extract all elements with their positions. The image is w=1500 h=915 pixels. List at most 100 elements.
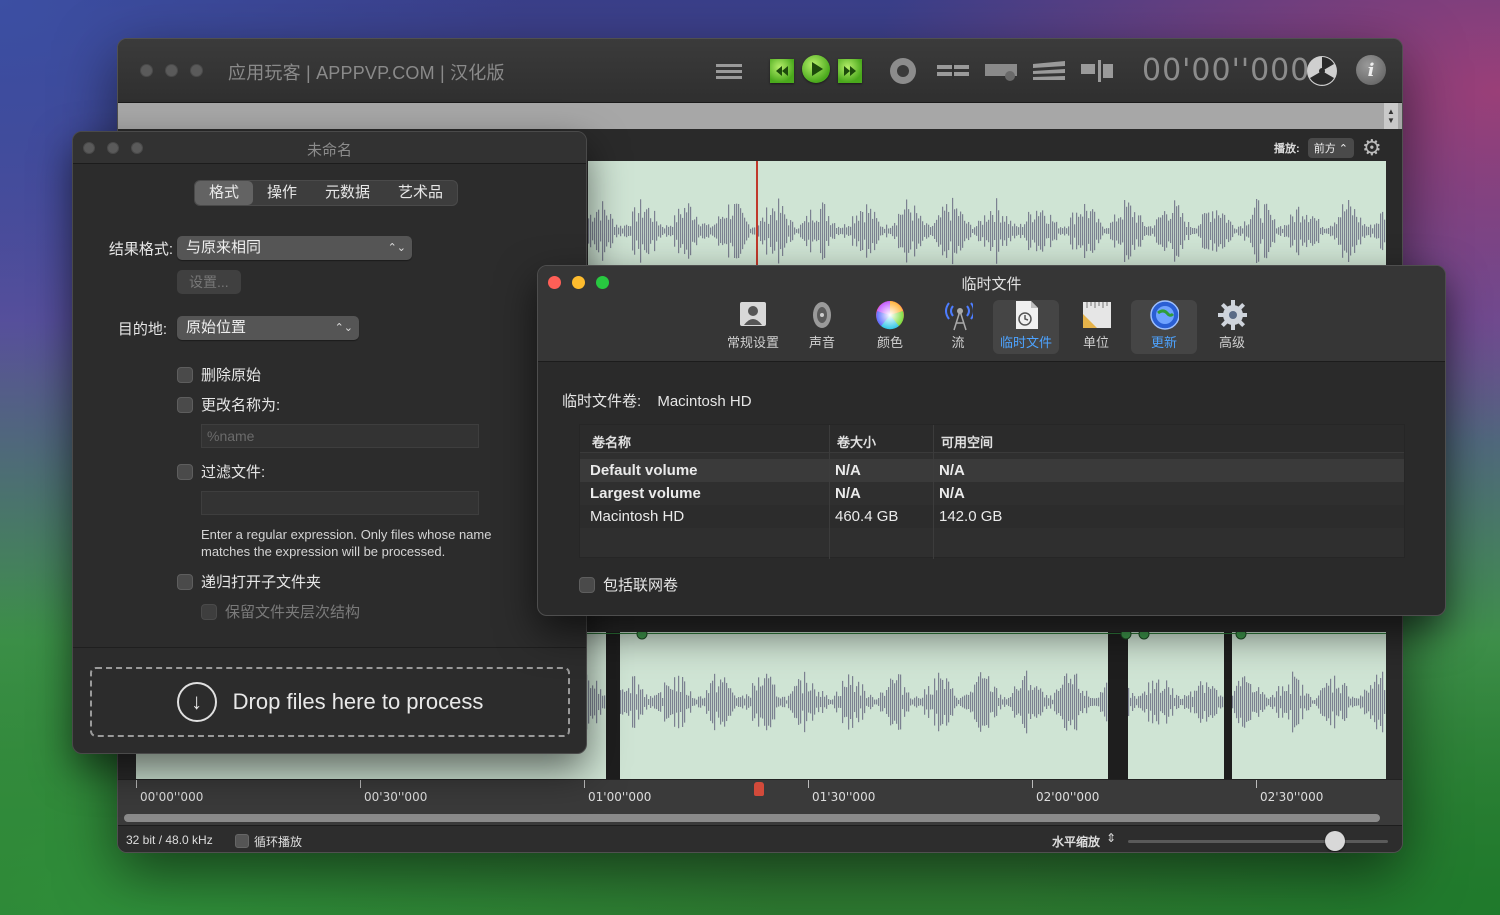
waveform-upper[interactable]: [588, 161, 1386, 265]
marker-icon[interactable]: [1080, 57, 1114, 85]
zoom-button[interactable]: [190, 64, 203, 77]
rename-option[interactable]: 更改名称为:: [177, 394, 280, 415]
envelope-point[interactable]: [1138, 632, 1150, 640]
envelope-point[interactable]: [1120, 632, 1132, 640]
column-header[interactable]: 卷大小: [837, 432, 876, 451]
filter-field[interactable]: [201, 491, 479, 515]
waveform-sample: [798, 679, 800, 725]
time-ruler[interactable]: 00'00''000 00'30''000 01'00''000 01'30''…: [118, 779, 1402, 811]
close-button[interactable]: [140, 64, 153, 77]
fast-forward-button[interactable]: [838, 59, 862, 83]
destination-select[interactable]: 原始位置 ⌃⌄: [177, 316, 359, 340]
tab-operations[interactable]: 操作: [253, 181, 311, 205]
waveform-sample: [1314, 218, 1316, 244]
waveform-sample: [1092, 698, 1094, 706]
waveform-sample: [1324, 228, 1326, 234]
zoom-stepper-icon[interactable]: ⇕: [1106, 831, 1116, 845]
table-row[interactable]: Largest volume N/A N/A: [580, 482, 1404, 505]
playhead-marker-icon[interactable]: [754, 782, 764, 796]
tool-units[interactable]: 单位: [1063, 300, 1129, 354]
record-icon[interactable]: [888, 57, 918, 85]
zoom-slider[interactable]: [1128, 840, 1388, 843]
envelope-point[interactable]: [1235, 632, 1247, 640]
keep-hierarchy-option[interactable]: 保留文件夹层次结构: [201, 601, 360, 622]
waveform-sample: [1102, 692, 1104, 712]
fade-icon[interactable]: [1032, 57, 1066, 85]
zoom-slider-knob[interactable]: [1324, 831, 1345, 851]
scroll-thumb[interactable]: [124, 814, 1380, 822]
waveform-sample: [734, 695, 736, 709]
horizontal-scrollbar[interactable]: [118, 811, 1402, 825]
strip-stepper-icon[interactable]: ▲ ▼: [1384, 103, 1398, 129]
tab-artwork[interactable]: 艺术品: [384, 181, 457, 205]
checkbox[interactable]: [201, 603, 217, 620]
envelope-point[interactable]: [636, 632, 648, 640]
waveform-sample: [984, 678, 986, 726]
gear-icon[interactable]: ⚙: [1362, 137, 1384, 159]
tool-advanced[interactable]: 高级: [1199, 300, 1265, 354]
waveform-sample: [1080, 214, 1082, 248]
split-icon[interactable]: [936, 57, 970, 85]
tool-sound[interactable]: 声音: [789, 300, 855, 354]
column-divider[interactable]: [829, 425, 830, 559]
tool-color[interactable]: 颜色: [857, 300, 923, 354]
waveform-sample: [588, 680, 590, 724]
column-divider[interactable]: [933, 425, 934, 559]
waveform-sample: [1058, 690, 1060, 714]
tab-metadata[interactable]: 元数据: [311, 181, 384, 205]
recursive-option[interactable]: 递归打开子文件夹: [177, 571, 321, 592]
checkbox[interactable]: [579, 576, 595, 593]
waveform-sample: [946, 678, 948, 726]
minimize-button[interactable]: [165, 64, 178, 77]
tab-format[interactable]: 格式: [195, 181, 254, 205]
play-button[interactable]: [802, 55, 830, 83]
rename-field[interactable]: %name: [201, 424, 479, 448]
table-row[interactable]: Macintosh HD 460.4 GB 142.0 GB: [580, 505, 1404, 528]
waveform-sample: [1028, 211, 1030, 251]
waveform-sample: [762, 685, 764, 719]
waveform-sample: [1330, 678, 1332, 726]
rewind-button[interactable]: [770, 59, 794, 83]
result-format-select[interactable]: 与原来相同 ⌃⌄: [177, 236, 412, 260]
waveform-sample: [622, 228, 624, 234]
tool-update[interactable]: 更新: [1131, 300, 1197, 354]
tool-stream[interactable]: 流: [925, 300, 991, 354]
waveform-sample: [1038, 216, 1040, 246]
column-header[interactable]: 可用空间: [941, 432, 993, 451]
waveform-sample: [974, 227, 976, 235]
info-icon[interactable]: i: [1356, 55, 1386, 85]
drop-zone[interactable]: ↓ Drop files here to process: [90, 667, 570, 737]
checkbox[interactable]: [177, 396, 193, 413]
column-header[interactable]: 卷名称: [592, 432, 631, 451]
tool-general[interactable]: 常规设置: [720, 300, 786, 354]
checkbox[interactable]: [177, 573, 193, 590]
waveform-sample: [830, 225, 832, 237]
waveform-sample: [900, 214, 902, 248]
checkbox[interactable]: [177, 366, 193, 383]
playhead-line[interactable]: [756, 161, 758, 265]
waveform-sample: [1144, 691, 1146, 713]
waveform-sample: [858, 220, 860, 242]
loop-checkbox[interactable]: [235, 834, 249, 848]
waveform-sample: [818, 221, 820, 241]
settings-button[interactable]: 设置...: [177, 270, 241, 294]
waveform-sample: [724, 677, 726, 727]
filter-files-option[interactable]: 过滤文件:: [177, 461, 265, 482]
waveform-sample: [854, 223, 856, 239]
play-direction-select[interactable]: 前方 ⌃: [1307, 138, 1354, 158]
overview-strip[interactable]: ▲ ▼: [118, 103, 1402, 129]
tool-temp-files[interactable]: 临时文件: [993, 300, 1059, 354]
waveform-sample: [702, 223, 704, 239]
waveform-sample: [772, 684, 774, 720]
table-row[interactable]: Default volume N/A N/A: [580, 459, 1404, 482]
waveform-sample: [1122, 219, 1124, 243]
include-network-option[interactable]: 包括联网卷: [579, 574, 678, 595]
radiation-icon[interactable]: [1306, 56, 1338, 86]
crop-icon[interactable]: [984, 57, 1018, 85]
list-icon[interactable]: [714, 57, 744, 85]
waveform-sample: [776, 696, 778, 708]
delete-original-option[interactable]: 删除原始: [177, 364, 261, 385]
waveform-sample: [1284, 225, 1286, 237]
checkbox[interactable]: [177, 463, 193, 480]
waveform-sample: [862, 684, 864, 720]
